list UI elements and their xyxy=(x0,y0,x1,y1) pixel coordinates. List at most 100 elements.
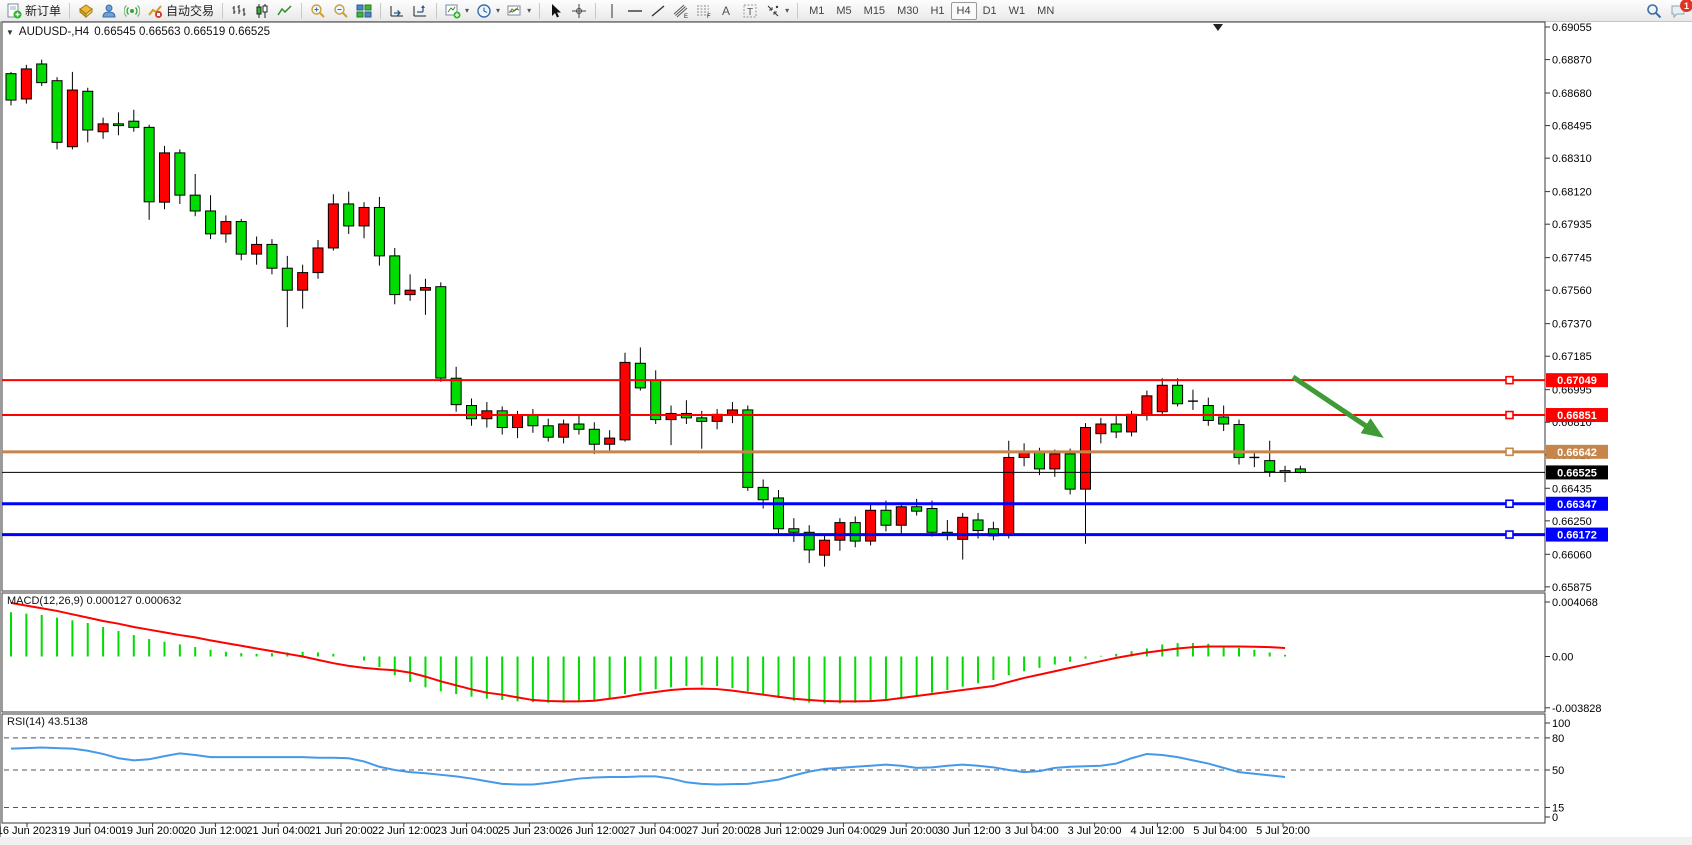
candle-body xyxy=(513,415,523,427)
svg-text:29 Jun 04:00: 29 Jun 04:00 xyxy=(812,825,876,837)
hline-handle[interactable] xyxy=(1506,500,1513,507)
candle-body xyxy=(973,520,983,531)
candle-body xyxy=(1157,385,1167,411)
svg-text:5 Jul 04:00: 5 Jul 04:00 xyxy=(1193,825,1247,837)
svg-text:19 Jun 04:00: 19 Jun 04:00 xyxy=(58,825,122,837)
hline-handle[interactable] xyxy=(1506,412,1513,419)
candle-body xyxy=(129,121,139,127)
candle-body xyxy=(359,207,369,225)
candle-body xyxy=(1295,469,1305,473)
svg-text:20 Jun 12:00: 20 Jun 12:00 xyxy=(184,825,248,837)
candle-body xyxy=(267,244,277,268)
candle-body xyxy=(467,406,477,419)
candle-body xyxy=(52,81,62,143)
svg-text:22 Jun 12:00: 22 Jun 12:00 xyxy=(372,825,436,837)
candle-body xyxy=(866,510,876,541)
candle-body xyxy=(881,510,891,525)
candle-body xyxy=(374,207,384,255)
hline-handle[interactable] xyxy=(1506,377,1513,384)
svg-text:0.004068: 0.004068 xyxy=(1552,597,1598,609)
candle-body xyxy=(1127,414,1137,432)
svg-text:0.67185: 0.67185 xyxy=(1552,351,1592,363)
svg-text:0.68495: 0.68495 xyxy=(1552,121,1592,133)
svg-text:0.67745: 0.67745 xyxy=(1552,253,1592,265)
svg-text:0.67370: 0.67370 xyxy=(1552,319,1592,331)
candle-body xyxy=(1034,451,1044,469)
svg-text:0.68310: 0.68310 xyxy=(1552,153,1592,165)
svg-text:0: 0 xyxy=(1552,812,1558,824)
svg-text:3 Jul 04:00: 3 Jul 04:00 xyxy=(1005,825,1059,837)
macd-signal-value: 0.000632 xyxy=(135,595,181,607)
svg-text:0.66525: 0.66525 xyxy=(1557,467,1597,479)
candle-body xyxy=(313,248,323,273)
pane-frames xyxy=(2,22,1545,823)
chart-expand-icon[interactable]: ▼ xyxy=(6,28,14,37)
svg-text:3 Jul 20:00: 3 Jul 20:00 xyxy=(1068,825,1122,837)
candle-body xyxy=(1265,461,1275,472)
candle-body xyxy=(1004,457,1014,534)
svg-text:21 Jun 20:00: 21 Jun 20:00 xyxy=(309,825,373,837)
candle-body xyxy=(1065,454,1075,489)
candle-body xyxy=(789,529,799,533)
candle-body xyxy=(528,415,538,426)
svg-text:0.66642: 0.66642 xyxy=(1557,447,1597,459)
candle-body xyxy=(1173,385,1183,403)
candle-body xyxy=(850,523,860,541)
candle-body xyxy=(344,204,354,226)
hline-handle[interactable] xyxy=(1506,448,1513,455)
candle-body xyxy=(144,127,154,201)
candle-body xyxy=(67,90,77,147)
macd-indicator-label: MACD(12,26,9) 0.000127 0.000632 xyxy=(7,595,181,607)
svg-text:30 Jun 12:00: 30 Jun 12:00 xyxy=(937,825,1001,837)
svg-text:0.68870: 0.68870 xyxy=(1552,55,1592,67)
candle-body xyxy=(206,211,216,234)
candle-body xyxy=(727,410,737,414)
svg-text:25 Jun 23:00: 25 Jun 23:00 xyxy=(498,825,562,837)
time-axis: 16 Jun 202319 Jun 04:0019 Jun 20:0020 Ju… xyxy=(0,823,1310,837)
svg-text:80: 80 xyxy=(1552,733,1564,745)
candle-body xyxy=(620,362,630,439)
svg-text:0.66347: 0.66347 xyxy=(1557,499,1597,511)
svg-text:0.66250: 0.66250 xyxy=(1552,516,1592,528)
svg-text:0.65875: 0.65875 xyxy=(1552,582,1592,594)
candle-body xyxy=(574,424,584,429)
candle-body xyxy=(1219,417,1229,424)
candle-body xyxy=(559,424,569,437)
chart-ohlc-readout: 0.66545 0.66563 0.66519 0.66525 xyxy=(94,26,270,38)
svg-text:0.67049: 0.67049 xyxy=(1557,375,1597,387)
macd-value: 0.000127 xyxy=(86,595,132,607)
candle-body xyxy=(436,287,446,378)
chart-plot[interactable]: 0.690550.688700.686800.684950.683100.681… xyxy=(0,0,1692,845)
hline-handle[interactable] xyxy=(1506,531,1513,538)
candle-body xyxy=(743,410,753,487)
candle-body xyxy=(175,153,185,195)
candle-body xyxy=(221,222,231,234)
svg-text:0.66435: 0.66435 xyxy=(1552,483,1592,495)
candle-body xyxy=(6,74,16,100)
svg-text:27 Jun 04:00: 27 Jun 04:00 xyxy=(623,825,687,837)
candle-body xyxy=(912,507,922,511)
candle-body xyxy=(328,204,338,248)
svg-text:-0.003828: -0.003828 xyxy=(1552,703,1602,715)
svg-text:0.66851: 0.66851 xyxy=(1557,410,1597,422)
candle-body xyxy=(497,411,507,428)
candle-body xyxy=(405,290,415,294)
candle-body xyxy=(282,268,292,290)
rsi-value: 43.5138 xyxy=(48,716,88,728)
candle-body xyxy=(1050,454,1060,469)
candle-body xyxy=(896,507,906,525)
svg-text:0.66172: 0.66172 xyxy=(1557,530,1597,542)
svg-text:28 Jun 12:00: 28 Jun 12:00 xyxy=(749,825,813,837)
candle-body xyxy=(451,378,461,404)
svg-text:23 Jun 04:00: 23 Jun 04:00 xyxy=(435,825,499,837)
candle-body xyxy=(543,426,553,437)
svg-text:0.68120: 0.68120 xyxy=(1552,187,1592,199)
candle-body xyxy=(589,429,599,444)
svg-text:50: 50 xyxy=(1552,765,1564,777)
rsi-indicator-label: RSI(14) 43.5138 xyxy=(7,716,88,728)
svg-text:100: 100 xyxy=(1552,718,1570,730)
candle-body xyxy=(420,288,430,291)
svg-text:0.67560: 0.67560 xyxy=(1552,285,1592,297)
candle-body xyxy=(651,380,661,420)
candle-body xyxy=(190,195,200,211)
